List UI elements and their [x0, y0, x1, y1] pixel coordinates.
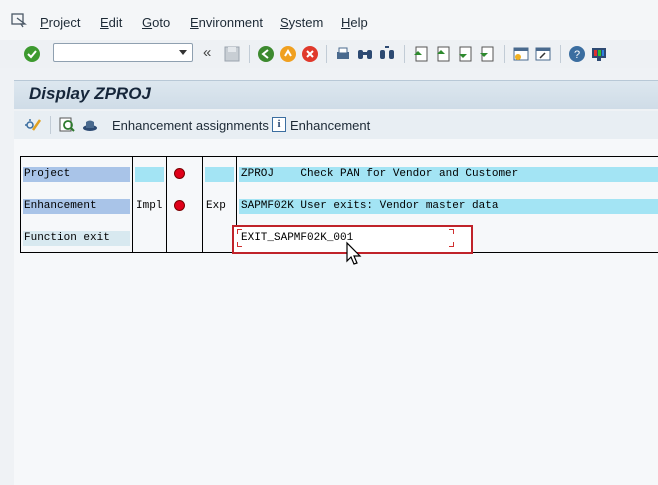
- row-value-project: ZPROJ Check PAN for Vendor and Customer: [241, 168, 519, 180]
- toolbar-separator: [404, 45, 405, 63]
- grid-line: [202, 156, 203, 253]
- work-area: [14, 139, 658, 485]
- find-next-icon[interactable]: [378, 45, 396, 63]
- table-row-function-exit-label-cell: Function exit: [23, 231, 130, 246]
- last-page-icon[interactable]: [478, 45, 496, 63]
- display-change-icon[interactable]: [24, 116, 42, 134]
- command-field[interactable]: [53, 43, 193, 62]
- menu-help[interactable]: Help: [341, 15, 368, 30]
- grid-line: [132, 156, 133, 253]
- application-toolbar: Enhancement assignments i Enhancement: [14, 111, 658, 139]
- row-label-project: Project: [24, 168, 71, 180]
- row-project-col4: [205, 167, 234, 182]
- toolbar-separator: [50, 116, 51, 134]
- row-label-function-exit: Function exit: [24, 232, 110, 244]
- next-page-icon[interactable]: [456, 45, 474, 63]
- row-project-value-cell[interactable]: ZPROJ Check PAN for Vendor and Customer: [239, 167, 658, 182]
- grid-line: [20, 156, 21, 253]
- hat-icon[interactable]: [81, 116, 99, 134]
- menu-project[interactable]: Project: [40, 15, 80, 30]
- shortcut-icon[interactable]: [534, 45, 552, 63]
- exit-icon[interactable]: [279, 45, 297, 63]
- page-title: Display ZPROJ: [29, 84, 151, 103]
- first-page-icon[interactable]: [412, 45, 430, 63]
- toolbar-separator: [326, 45, 327, 63]
- row-enhancement-value-cell[interactable]: SAPMF02K User exits: Vendor master data: [239, 199, 658, 214]
- back-icon[interactable]: [257, 45, 275, 63]
- mouse-cursor-icon: [346, 241, 362, 265]
- menu-edit[interactable]: Edit: [100, 15, 122, 30]
- chevron-down-icon[interactable]: [179, 50, 187, 55]
- info-icon[interactable]: i: [272, 117, 286, 132]
- enhancement-assignments-button[interactable]: Enhancement assignments: [112, 118, 269, 133]
- field-corner-mark: [449, 229, 454, 234]
- row-value-enhancement: SAPMF02K User exits: Vendor master data: [241, 200, 499, 212]
- where-used-icon[interactable]: [58, 116, 76, 134]
- title-bar: Display ZPROJ: [14, 80, 658, 109]
- row-value-function-exit: EXIT_SAPMF02K_001: [241, 232, 354, 244]
- row-enhancement-col2: Impl: [136, 200, 163, 212]
- row-enhancement-col4: Exp: [206, 200, 226, 212]
- svg-text:?: ?: [574, 49, 580, 61]
- row-project-col2: [135, 167, 164, 182]
- grid-line: [20, 156, 658, 157]
- toolbar-separator: [504, 45, 505, 63]
- menu-system[interactable]: System: [280, 15, 323, 30]
- previous-page-icon[interactable]: [434, 45, 452, 63]
- menu-environment[interactable]: Environment: [190, 15, 263, 30]
- row-label-enhancement: Enhancement: [24, 200, 97, 212]
- cancel-icon[interactable]: [301, 45, 319, 63]
- toolbar-separator: [560, 45, 561, 63]
- help-icon[interactable]: ?: [568, 45, 586, 63]
- grid-line: [166, 156, 167, 253]
- table-row-project-label-cell: Project: [23, 167, 130, 182]
- toolbar-separator: [249, 45, 250, 63]
- enter-icon[interactable]: [23, 45, 41, 63]
- collapse-command-field-button[interactable]: «: [203, 44, 211, 61]
- standard-toolbar: « ?: [0, 40, 658, 68]
- create-session-icon[interactable]: [512, 45, 530, 63]
- menu-goto[interactable]: Goto: [142, 15, 170, 30]
- save-icon[interactable]: [223, 45, 241, 63]
- enhancement-button[interactable]: Enhancement: [290, 118, 370, 133]
- field-corner-mark: [449, 242, 454, 247]
- menu-bar: Project Edit Goto Environment System Hel…: [0, 0, 658, 40]
- customize-layout-icon[interactable]: [590, 45, 608, 63]
- find-icon[interactable]: [356, 45, 374, 63]
- status-red-icon: [174, 200, 185, 211]
- print-icon[interactable]: [334, 45, 352, 63]
- status-red-icon: [174, 168, 185, 179]
- menu-icon[interactable]: [11, 12, 27, 28]
- table-row-enhancement-label-cell: Enhancement: [23, 199, 130, 214]
